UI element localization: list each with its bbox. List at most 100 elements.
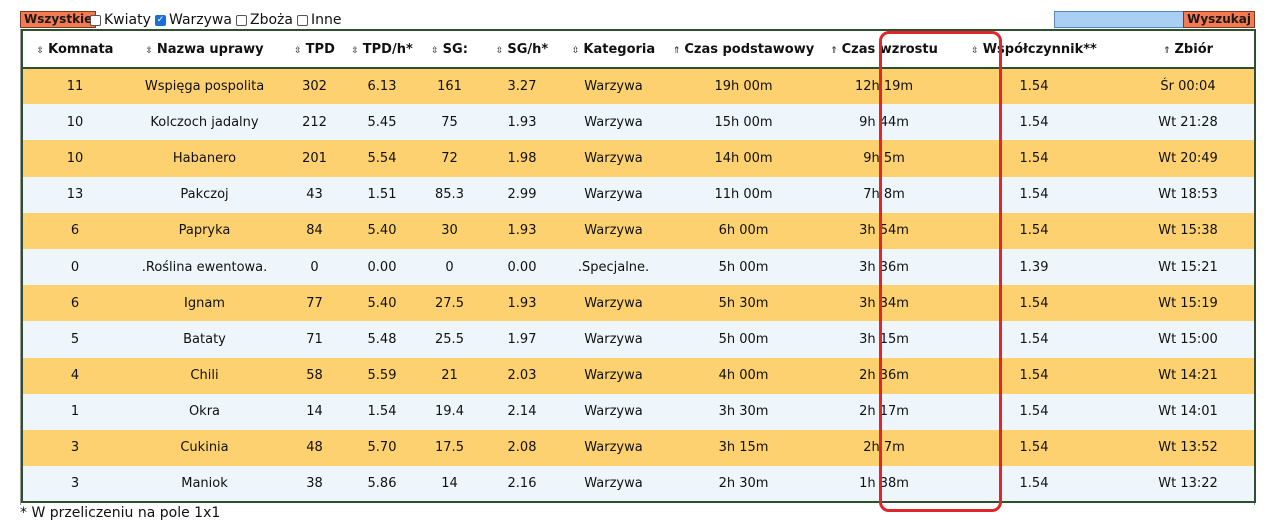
table-cell: 5.48 bbox=[367, 331, 397, 347]
table-cell: 5h 00m bbox=[718, 259, 769, 275]
column-header-9[interactable]: ⇳ Współczynnik** bbox=[946, 29, 1122, 69]
table-cell: Wt 15:19 bbox=[1122, 285, 1256, 322]
table-cell: Warzywa bbox=[584, 404, 643, 420]
filter-inne[interactable]: Inne bbox=[297, 10, 342, 30]
table-cell: 10 bbox=[21, 140, 127, 177]
column-header-label: Czas podstawowy bbox=[684, 41, 815, 57]
table-cell: 2h 17m bbox=[859, 404, 909, 420]
table-cell: 0.00 bbox=[367, 259, 397, 275]
table-cell: 1.97 bbox=[507, 331, 537, 347]
table-cell: 2h 7m bbox=[863, 440, 905, 456]
filter-kwiaty[interactable]: Kwiaty bbox=[90, 10, 151, 30]
column-header-4[interactable]: ⇳ SG: bbox=[417, 29, 482, 69]
table-cell: 14 bbox=[306, 404, 323, 420]
table-row[interactable]: 3 Cukinia 48 5.70 17.5 2.08 Warzywa 3h 15m 2h 7m… bbox=[21, 429, 1256, 467]
table-row[interactable]: 1 Okra 14 1.54 19.4 2.14 Warzywa 3h 30m 2h 17m 1.… bbox=[21, 393, 1256, 430]
table-cell: 0 bbox=[21, 248, 127, 286]
table-cell: 212 bbox=[302, 114, 327, 130]
table-row[interactable]: 6 Ignam 77 5.40 27.5 1.93 Warzywa 5h 30m 3h 34m 1… bbox=[21, 285, 1256, 322]
table-row[interactable]: 13 Pakczoj 43 1.51 85.3 2.99 Warzywa 11h 00m 7h … bbox=[21, 176, 1256, 213]
table-cell: 11h 00m bbox=[714, 187, 773, 203]
column-header-2[interactable]: ⇳ TPD bbox=[282, 29, 347, 69]
table-cell: 1.54 bbox=[1019, 368, 1049, 384]
table-cell: Wspięga pospolita bbox=[144, 79, 265, 95]
column-header-7[interactable]: ⇑ Czas podstawowy bbox=[665, 29, 822, 69]
table-cell: 1.54 bbox=[1019, 187, 1049, 203]
table-cell: 302 bbox=[302, 79, 327, 95]
table-cell: 10 bbox=[21, 104, 127, 141]
table-row[interactable]: 3 Maniok 38 5.86 14 2.16 Warzywa 2h 30m 1h 38m 1.… bbox=[21, 466, 1256, 504]
table-row[interactable]: 10 Kolczoch jadalny 212 5.45 75 1.93 Warzywa 15… bbox=[21, 104, 1256, 141]
crops-table-container: ⇳ Komnata ⇳ Nazwa uprawy ⇳ TPD ⇳ TPD/h* ⇳ SG: ⇳ SG/… bbox=[20, 29, 1256, 505]
table-row[interactable]: 6 Papryka 84 5.40 30 1.93 Warzywa 6h 00m 3h 54m 1… bbox=[21, 212, 1256, 249]
table-cell: 75 bbox=[441, 114, 458, 130]
search-button[interactable]: Wyszukaj bbox=[1183, 11, 1255, 28]
column-header-10[interactable]: ⇑ Zbiór bbox=[1122, 29, 1256, 69]
table-cell: 1h 38m bbox=[822, 466, 946, 504]
sort-icon: ⇳ bbox=[495, 45, 504, 56]
table-cell: 1.54 bbox=[1019, 404, 1049, 420]
table-cell: 14 bbox=[417, 466, 482, 504]
checkbox-zboza[interactable] bbox=[236, 14, 247, 26]
sort-icon: ⇳ bbox=[36, 45, 45, 56]
table-cell: 12h 19m bbox=[854, 79, 914, 95]
table-cell: 5.40 bbox=[367, 295, 397, 311]
checkbox-kwiaty[interactable] bbox=[90, 14, 101, 26]
table-cell: 5.70 bbox=[367, 440, 397, 456]
table-cell: 2.99 bbox=[507, 187, 537, 203]
table-row[interactable]: 0 .Roślina ewentowa. 0 0.00 0 0.00 .Specjalne.… bbox=[21, 248, 1256, 286]
table-cell: 5.40 bbox=[367, 223, 397, 239]
column-header-label: TPD/h* bbox=[362, 41, 413, 57]
table-cell: 15h 00m bbox=[714, 114, 773, 130]
table-cell: Ignam bbox=[184, 295, 225, 311]
table-cell: Okra bbox=[188, 404, 221, 420]
table-cell: 30 bbox=[441, 223, 458, 239]
sort-icon: ⇳ bbox=[971, 45, 979, 56]
column-header-6[interactable]: ⇳ Kategoria bbox=[562, 29, 665, 69]
table-cell: 9h 5m bbox=[863, 150, 905, 166]
table-cell: Wt 13:22 bbox=[1122, 466, 1256, 504]
filter-warzywa[interactable]: ✓ Warzywa bbox=[155, 10, 232, 30]
table-cell: 48 bbox=[306, 440, 323, 456]
column-header-3[interactable]: ⇳ TPD/h* bbox=[347, 29, 417, 69]
table-cell: Bataty bbox=[183, 331, 226, 347]
table-cell: 5.86 bbox=[347, 466, 417, 504]
table-cell: 6 bbox=[21, 212, 127, 249]
table-row[interactable]: 10 Habanero 201 5.54 72 1.98 Warzywa 14h 00m 9h … bbox=[21, 140, 1256, 177]
filter-zboza-label: Zboża bbox=[250, 12, 293, 28]
filter-zboza[interactable]: Zboża bbox=[236, 10, 293, 30]
table-header-row: ⇳ Komnata ⇳ Nazwa uprawy ⇳ TPD ⇳ TPD/h* ⇳ SG: ⇳ SG/… bbox=[21, 29, 1256, 69]
table-cell: Wt 20:49 bbox=[1122, 140, 1256, 177]
table-cell: 4 bbox=[21, 357, 127, 394]
checkbox-inne[interactable] bbox=[297, 14, 308, 26]
table-cell: Kolczoch jadalny bbox=[150, 114, 259, 130]
column-header-5[interactable]: ⇳ SG/h* bbox=[482, 29, 562, 69]
table-cell: 58 bbox=[306, 368, 323, 384]
table-row[interactable]: 5 Bataty 71 5.48 25.5 1.97 Warzywa 5h 00m 3h 15m… bbox=[21, 321, 1256, 358]
table-row[interactable]: 4 Chili 58 5.59 21 2.03 Warzywa 4h 00m 2h 36m 1.5… bbox=[21, 357, 1256, 394]
table-cell: 0.00 bbox=[507, 259, 537, 275]
search-input[interactable] bbox=[1054, 11, 1190, 28]
column-header-label: Komnata bbox=[48, 41, 114, 57]
all-button[interactable]: Wszystkie bbox=[20, 11, 97, 28]
table-cell: 1.54 bbox=[1019, 114, 1049, 130]
column-header-1[interactable]: ⇳ Nazwa uprawy bbox=[127, 29, 282, 69]
column-header-0[interactable]: ⇳ Komnata bbox=[21, 29, 127, 69]
checkbox-warzywa[interactable]: ✓ bbox=[155, 14, 166, 26]
table-body: 11 Wspięga pospolita 302 6.13 161 3.27 Warzywa… bbox=[21, 68, 1256, 504]
table-cell: 5h 00m bbox=[718, 331, 769, 347]
table-cell: 5 bbox=[21, 321, 127, 358]
table-cell: Warzywa bbox=[584, 331, 643, 347]
table-cell: Warzywa bbox=[584, 187, 643, 203]
table-cell: 19h 00m bbox=[714, 79, 773, 95]
sort-icon: ⇳ bbox=[431, 45, 439, 56]
table-cell: 9h 44m bbox=[859, 114, 909, 130]
table-cell: 2.14 bbox=[507, 404, 537, 420]
table-row[interactable]: 11 Wspięga pospolita 302 6.13 161 3.27 Warzywa… bbox=[21, 68, 1256, 105]
table-cell: Wt 13:52 bbox=[1122, 429, 1256, 467]
table-cell: 19.4 bbox=[435, 404, 464, 420]
column-header-8[interactable]: ⇑ Czas wzrostu bbox=[822, 29, 946, 69]
table-cell: 85.3 bbox=[435, 187, 464, 203]
table-cell: Warzywa bbox=[584, 223, 643, 239]
sort-icon: ⇑ bbox=[830, 45, 838, 56]
